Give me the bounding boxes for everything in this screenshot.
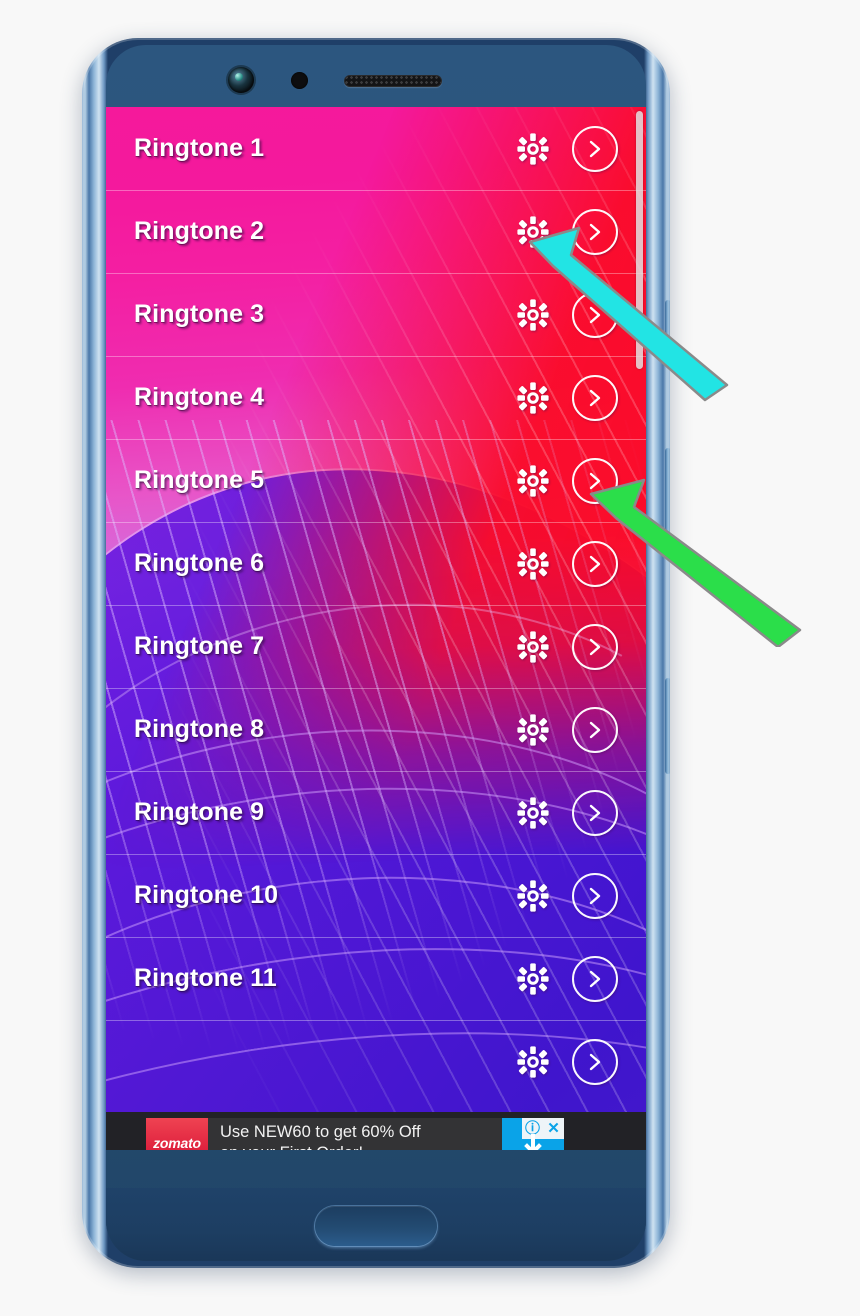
ad-content[interactable]: zomato Use NEW60 to get 60% Off on your …: [146, 1118, 564, 1150]
gear-icon[interactable]: [516, 713, 550, 747]
ringtone-row-actions: [516, 457, 646, 504]
ad-brand-logo: zomato: [146, 1118, 208, 1150]
ringtone-row[interactable]: Ringtone 8: [106, 688, 646, 771]
chevron-right-circle-icon[interactable]: [572, 374, 618, 421]
ringtone-label: Ringtone 6: [134, 549, 265, 577]
phone-bottom-bezel: [106, 1188, 646, 1261]
ad-brand-name: zomato: [153, 1135, 201, 1150]
chevron-right-circle-icon[interactable]: [572, 623, 618, 670]
phone-top-bezel: [106, 45, 646, 107]
chevron-right-circle-icon[interactable]: [572, 1038, 618, 1085]
ringtone-row-actions: [516, 125, 646, 172]
gear-icon[interactable]: [516, 547, 550, 581]
chevron-right-circle-icon[interactable]: [572, 457, 618, 504]
ad-cta-button[interactable]: ⓘ ✕: [502, 1118, 564, 1150]
ringtone-row[interactable]: Ringtone 1: [106, 107, 646, 190]
ringtone-row[interactable]: Ringtone 5: [106, 439, 646, 522]
ringtone-label: Ringtone 5: [134, 466, 265, 494]
ringtone-row[interactable]: Ringtone 11: [106, 937, 646, 1020]
ad-text: Use NEW60 to get 60% Off on your First O…: [208, 1118, 502, 1150]
ringtone-label: Ringtone 4: [134, 383, 265, 411]
ringtone-row-actions: [516, 955, 646, 1002]
ringtone-row[interactable]: Ringtone 9: [106, 771, 646, 854]
gear-icon[interactable]: [516, 215, 550, 249]
ringtone-row[interactable]: Ringtone 4: [106, 356, 646, 439]
app-screen: Ringtone 1 Ringtone 2 Ringtone 3 Ringtone 4…: [106, 107, 646, 1150]
ringtone-row[interactable]: Ringtone 2: [106, 190, 646, 273]
list-scrollbar[interactable]: [636, 111, 643, 369]
ringtone-row-actions: [516, 208, 646, 255]
chevron-right-circle-icon[interactable]: [572, 208, 618, 255]
ringtone-row-actions: [516, 540, 646, 587]
ringtone-row[interactable]: Ringtone 12: [106, 1020, 646, 1103]
chevron-right-circle-icon[interactable]: [572, 125, 618, 172]
ringtone-row-actions: [516, 291, 646, 338]
side-button-power[interactable]: [665, 300, 670, 356]
ringtone-row[interactable]: Ringtone 3: [106, 273, 646, 356]
gear-icon[interactable]: [516, 630, 550, 664]
ad-text-line1: Use NEW60 to get 60% Off: [220, 1123, 421, 1141]
chevron-right-circle-icon[interactable]: [572, 955, 618, 1002]
gear-icon[interactable]: [516, 796, 550, 830]
ringtone-label: Ringtone 1: [134, 134, 265, 162]
chevron-right-circle-icon[interactable]: [572, 789, 618, 836]
ad-banner[interactable]: zomato Use NEW60 to get 60% Off on your …: [106, 1112, 646, 1150]
gear-icon[interactable]: [516, 132, 550, 166]
chevron-right-circle-icon[interactable]: [572, 291, 618, 338]
side-button-volume-down[interactable]: [665, 678, 670, 774]
ringtone-label: Ringtone 11: [134, 964, 277, 992]
ringtone-row[interactable]: Ringtone 6: [106, 522, 646, 605]
screenshot-canvas: Ringtone 1 Ringtone 2 Ringtone 3 Ringtone 4…: [0, 0, 860, 1316]
chevron-right-circle-icon[interactable]: [572, 872, 618, 919]
earpiece-speaker-icon: [344, 75, 442, 87]
ringtone-label: Ringtone 7: [134, 632, 265, 660]
ringtone-label: Ringtone 10: [134, 881, 279, 909]
ringtone-row-actions: [516, 706, 646, 753]
gear-icon[interactable]: [516, 381, 550, 415]
ringtone-row[interactable]: Ringtone 7: [106, 605, 646, 688]
front-camera-icon: [228, 67, 254, 93]
gear-icon[interactable]: [516, 1045, 550, 1079]
ringtone-label: Ringtone 3: [134, 300, 265, 328]
gear-icon[interactable]: [516, 298, 550, 332]
ringtone-row-actions: [516, 1038, 646, 1085]
proximity-sensor-icon: [291, 72, 308, 89]
home-button[interactable]: [315, 1206, 437, 1246]
ringtone-list[interactable]: Ringtone 1 Ringtone 2 Ringtone 3 Ringtone 4…: [106, 107, 646, 1150]
ringtone-row[interactable]: Ringtone 10: [106, 854, 646, 937]
gear-icon[interactable]: [516, 962, 550, 996]
ringtone-row-actions: [516, 623, 646, 670]
chevron-right-circle-icon[interactable]: [572, 706, 618, 753]
download-icon: [524, 1134, 542, 1150]
phone-device-frame: Ringtone 1 Ringtone 2 Ringtone 3 Ringtone 4…: [82, 38, 670, 1268]
gear-icon[interactable]: [516, 464, 550, 498]
ringtone-row-actions: [516, 789, 646, 836]
ringtone-row-actions: [516, 374, 646, 421]
ringtone-label: Ringtone 8: [134, 715, 265, 743]
gear-icon[interactable]: [516, 879, 550, 913]
side-button-volume-up[interactable]: [665, 448, 670, 544]
ringtone-row-actions: [516, 872, 646, 919]
ringtone-label: Ringtone 9: [134, 798, 265, 826]
chevron-right-circle-icon[interactable]: [572, 540, 618, 587]
phone-front-glass: Ringtone 1 Ringtone 2 Ringtone 3 Ringtone 4…: [106, 45, 646, 1261]
ringtone-label: Ringtone 2: [134, 217, 265, 245]
ad-text-line2: on your First Order!: [220, 1143, 502, 1150]
